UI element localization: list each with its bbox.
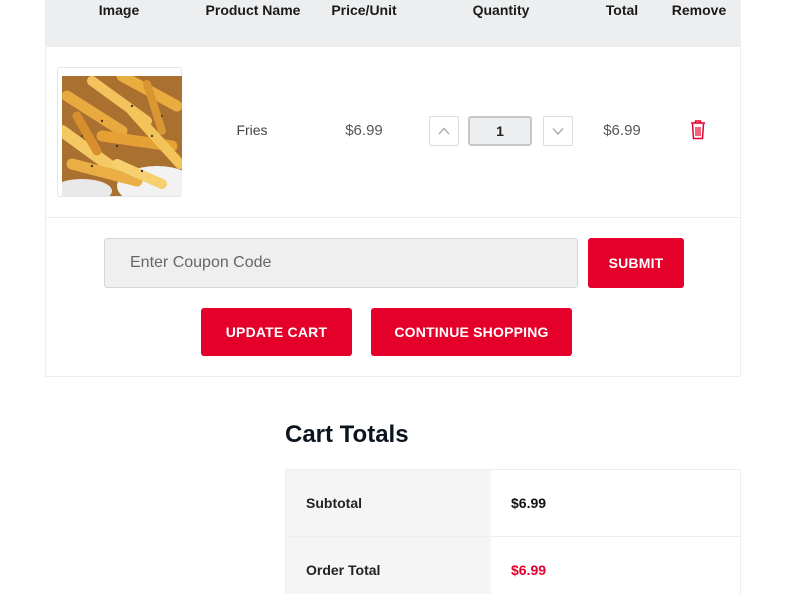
order-total-label: Order Total (286, 537, 491, 594)
product-thumbnail[interactable] (57, 67, 182, 197)
header-remove: Remove (671, 2, 727, 18)
subtotal-value: $6.99 (491, 470, 740, 536)
update-cart-button[interactable]: UPDATE CART (201, 308, 352, 356)
totals-row-order-total: Order Total $6.99 (286, 537, 740, 594)
submit-coupon-button[interactable]: SUBMIT (588, 238, 684, 288)
cart-totals-title: Cart Totals (285, 421, 409, 448)
remove-item-button[interactable] (688, 119, 708, 141)
coupon-code-input[interactable] (104, 238, 578, 288)
header-image: Image (98, 2, 140, 18)
header-price-unit: Price/Unit (331, 2, 397, 18)
product-price: $6.99 (345, 122, 383, 139)
quantity-decrease-button[interactable] (543, 116, 573, 146)
product-name[interactable]: Fries (222, 122, 282, 138)
subtotal-label: Subtotal (286, 470, 491, 536)
order-total-value: $6.99 (491, 537, 740, 594)
table-row: Fries $6.99 $6.99 (46, 47, 741, 218)
cart-totals-table: Subtotal $6.99 Order Total $6.99 (285, 469, 741, 594)
header-quantity: Quantity (472, 2, 530, 18)
quantity-increase-button[interactable] (429, 116, 459, 146)
fries-image (62, 76, 182, 196)
chevron-down-icon (552, 128, 564, 135)
cart-table-header: Image Product Name Price/Unit Quantity T… (46, 0, 741, 47)
continue-shopping-button[interactable]: CONTINUE SHOPPING (371, 308, 572, 356)
cart-table: Image Product Name Price/Unit Quantity T… (45, 0, 741, 377)
header-product-name: Product Name (205, 2, 301, 18)
header-total: Total (605, 2, 639, 18)
trash-icon (691, 120, 705, 140)
totals-row-subtotal: Subtotal $6.99 (286, 470, 740, 537)
chevron-up-icon (438, 127, 450, 135)
quantity-input[interactable] (468, 116, 532, 146)
product-total: $6.99 (603, 122, 641, 139)
